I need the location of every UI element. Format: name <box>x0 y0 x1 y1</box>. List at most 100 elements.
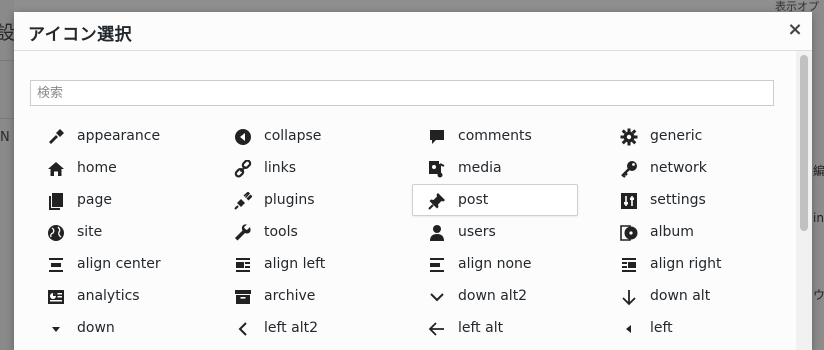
page-icon <box>47 192 65 210</box>
icon-option-label: users <box>458 224 496 240</box>
align-center-icon <box>47 256 65 274</box>
left-alt2-icon <box>234 320 252 338</box>
left-icon <box>620 320 638 338</box>
modal-header: アイコン選択 × <box>14 12 812 51</box>
icon-picker-modal: アイコン選択 × appearance collapse comments gener… <box>14 12 812 350</box>
background-text: 編 <box>813 164 824 178</box>
align-none-icon <box>428 256 446 274</box>
icon-option-label: media <box>458 160 502 176</box>
modal-title: アイコン選択 <box>28 25 133 45</box>
album-icon <box>620 224 638 242</box>
icon-option-users[interactable]: users <box>412 216 578 248</box>
icon-option-down[interactable]: down <box>31 312 197 344</box>
background-divider <box>0 118 14 119</box>
background-text: ini <box>813 211 824 225</box>
icon-option-site[interactable]: site <box>31 216 197 248</box>
icon-option-analytics[interactable]: analytics <box>31 280 197 312</box>
icon-option-label: align none <box>458 256 532 272</box>
collapse-icon <box>234 128 252 146</box>
scrollbar-thumb[interactable] <box>800 55 808 231</box>
settings-icon <box>620 192 638 210</box>
background-divider <box>0 60 14 61</box>
align-left-icon <box>234 256 252 274</box>
icon-option-media[interactable]: media <box>412 152 578 184</box>
icon-option-label: tools <box>264 224 298 240</box>
generic-gear-icon <box>620 128 638 146</box>
icon-option-align-none[interactable]: align none <box>412 248 578 280</box>
scrollbar[interactable] <box>796 51 812 350</box>
icon-option-label: down alt2 <box>458 288 528 304</box>
icon-option-appearance[interactable]: appearance <box>31 120 197 152</box>
icon-option-left[interactable]: left <box>604 312 770 344</box>
icon-option-links[interactable]: links <box>218 152 384 184</box>
icon-option-album[interactable]: album <box>604 216 770 248</box>
icon-option-plugins[interactable]: plugins <box>218 184 384 216</box>
icon-option-label: align left <box>264 256 326 272</box>
icon-option-collapse[interactable]: collapse <box>218 120 384 152</box>
network-key-icon <box>620 160 638 178</box>
icon-option-align-right[interactable]: align right <box>604 248 770 280</box>
icon-option-label: left alt2 <box>264 320 318 336</box>
icon-option-left-alt2[interactable]: left alt2 <box>218 312 384 344</box>
appearance-icon <box>47 128 65 146</box>
icon-option-home[interactable]: home <box>31 152 197 184</box>
icon-option-page[interactable]: page <box>31 184 197 216</box>
down-alt2-icon <box>428 288 446 306</box>
users-icon <box>428 224 446 242</box>
icon-option-settings[interactable]: settings <box>604 184 770 216</box>
icon-option-label: page <box>77 192 112 208</box>
icon-option-label: plugins <box>264 192 315 208</box>
icon-option-down-alt[interactable]: down alt <box>604 280 770 312</box>
icon-option-tools[interactable]: tools <box>218 216 384 248</box>
icon-option-align-left[interactable]: align left <box>218 248 384 280</box>
icon-option-label: post <box>458 192 489 208</box>
icon-option-label: archive <box>264 288 316 304</box>
icon-option-label: album <box>650 224 694 240</box>
down-icon <box>47 320 65 338</box>
icon-option-label: align right <box>650 256 722 272</box>
icon-option-label: down <box>77 320 115 336</box>
icon-option-label: analytics <box>77 288 140 304</box>
search-input[interactable] <box>30 80 774 106</box>
icon-option-label: settings <box>650 192 706 208</box>
icon-option-label: network <box>650 160 707 176</box>
background-title-fragment: 設 <box>0 22 16 44</box>
analytics-icon <box>47 288 65 306</box>
home-icon <box>47 160 65 178</box>
icon-option-label: align center <box>77 256 161 272</box>
icon-option-label: left <box>650 320 673 336</box>
background-page-right: 表示オプ 編 ini ウ <box>775 0 824 350</box>
icon-option-label: down alt <box>650 288 711 304</box>
icon-option-archive[interactable]: archive <box>218 280 384 312</box>
media-icon <box>428 160 446 178</box>
post-pin-icon <box>428 192 446 210</box>
archive-icon <box>234 288 252 306</box>
icon-option-label: site <box>77 224 103 240</box>
icon-option-comments[interactable]: comments <box>412 120 578 152</box>
icon-option-post[interactable]: post <box>412 184 578 216</box>
icon-option-label: home <box>77 160 117 176</box>
comments-icon <box>428 128 446 146</box>
links-icon <box>234 160 252 178</box>
icon-option-align-center[interactable]: align center <box>31 248 197 280</box>
down-alt-icon <box>620 288 638 306</box>
icon-option-label: generic <box>650 128 703 144</box>
tools-wrench-icon <box>234 224 252 242</box>
icon-option-generic[interactable]: generic <box>604 120 770 152</box>
icon-option-label: collapse <box>264 128 322 144</box>
background-text: ウ <box>813 288 824 302</box>
plugins-icon <box>234 192 252 210</box>
icon-option-label: links <box>264 160 297 176</box>
site-globe-icon <box>47 224 65 242</box>
left-alt-icon <box>428 320 446 338</box>
align-right-icon <box>620 256 638 274</box>
icon-option-down-alt2[interactable]: down alt2 <box>412 280 578 312</box>
background-letter: N <box>0 130 10 145</box>
icon-option-left-alt[interactable]: left alt <box>412 312 578 344</box>
icon-option-label: appearance <box>77 128 161 144</box>
icon-option-network[interactable]: network <box>604 152 770 184</box>
close-button[interactable]: × <box>786 21 804 39</box>
background-page-left: 設 N <box>0 0 16 350</box>
icon-option-label: comments <box>458 128 532 144</box>
icon-option-label: left alt <box>458 320 504 336</box>
